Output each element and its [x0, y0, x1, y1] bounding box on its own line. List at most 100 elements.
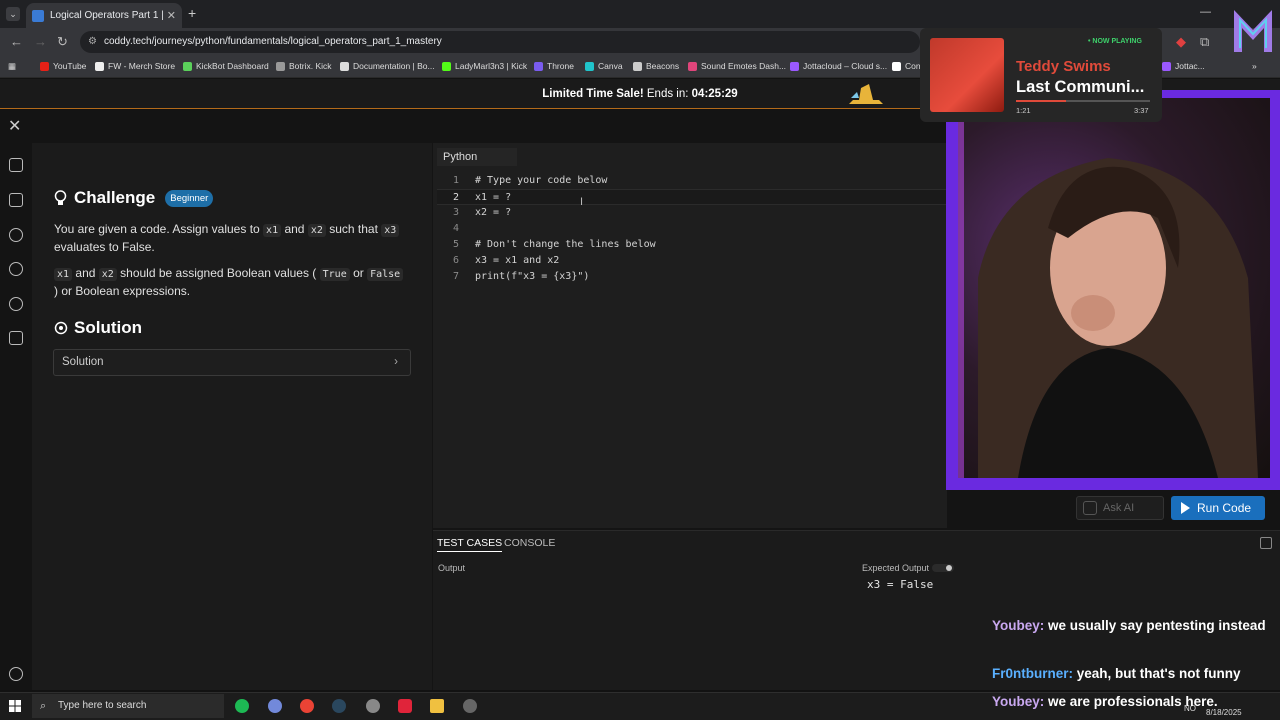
ai-icon	[1083, 501, 1097, 515]
solution-title: Solution	[74, 318, 142, 337]
expected-output-value: x3 = False	[867, 578, 934, 591]
bookmark-documentation[interactable]: Documentation | Bo...	[340, 61, 435, 71]
bookmark-label: Sound Emotes Dash...	[701, 61, 787, 71]
code-line[interactable]: 5 # Don't change the lines below	[437, 237, 947, 253]
obs-icon[interactable]	[366, 699, 380, 713]
code-line[interactable]: 6 x3 = x1 and x2	[437, 253, 947, 269]
lesson-icon[interactable]	[9, 158, 23, 172]
search-doc-icon[interactable]	[9, 193, 23, 207]
inline-code: True	[319, 268, 350, 281]
discord-icon[interactable]	[268, 699, 282, 713]
history-icon[interactable]	[9, 228, 23, 242]
extension-icon[interactable]: ◆	[1176, 34, 1186, 50]
diff-toggle[interactable]	[932, 564, 954, 572]
line-code: # Don't change the lines below	[475, 239, 656, 250]
bookmark-kickbot[interactable]: KickBot Dashboard	[183, 61, 269, 71]
help-icon[interactable]	[9, 297, 23, 311]
code-line[interactable]: 7 print(f"x3 = {x3}")	[437, 269, 947, 285]
more-bookmarks-icon[interactable]: »	[1252, 61, 1257, 71]
fw-icon	[95, 61, 104, 71]
chat-icon[interactable]	[9, 331, 23, 345]
taskbar-search[interactable]: ⌕ Type here to search	[32, 694, 224, 718]
code-line[interactable]: 4	[437, 221, 947, 237]
wizard-hat-icon	[849, 84, 883, 104]
close-tab-icon[interactable]: ✕	[167, 9, 176, 22]
settings-app-icon[interactable]	[463, 699, 477, 713]
inline-code: x2	[307, 224, 326, 237]
expand-panel-icon[interactable]	[1260, 537, 1272, 549]
code-line[interactable]: 1 # Type your code below	[437, 173, 947, 189]
text: ) or Boolean expressions.	[54, 284, 191, 298]
app-icon[interactable]	[398, 699, 412, 713]
bookmark-jottacloud[interactable]: Jottacloud – Cloud s...	[790, 61, 887, 71]
bookmark-label: Botrix. Kick	[289, 61, 332, 71]
bookmark-label: Canva	[598, 61, 623, 71]
run-code-button[interactable]: Run Code	[1171, 496, 1265, 520]
bookmark-throne[interactable]: Throne	[534, 61, 574, 71]
line-code: # Type your code below	[475, 175, 608, 186]
bookmark-youtube[interactable]: YouTube	[40, 61, 86, 71]
bookmark-merch-store[interactable]: FW - Merch Store	[95, 61, 175, 71]
forward-icon[interactable]: →	[34, 34, 47, 49]
tab-console[interactable]: CONSOLE	[504, 537, 555, 549]
chat-username: Youbey:	[992, 618, 1045, 633]
file-explorer-icon[interactable]	[430, 699, 444, 713]
bookmark-con[interactable]: Con	[892, 61, 921, 71]
windows-start-icon[interactable]	[9, 700, 21, 712]
webcam-feed	[958, 98, 1270, 478]
browser-tab[interactable]: Logical Operators Part 1 | Pytho ✕	[26, 3, 182, 28]
promo-ends-label: Ends in:	[646, 88, 689, 100]
difficulty-badge: Beginner	[165, 189, 214, 207]
text: should be assigned Boolean values (	[120, 266, 317, 280]
track-title: Last Communi...	[1016, 78, 1145, 96]
bookmark-jottac[interactable]: Jottac...	[1162, 61, 1205, 71]
info-icon[interactable]	[9, 667, 23, 681]
bookmark-botrix[interactable]: Botrix. Kick	[276, 61, 332, 71]
tab-title: Logical Operators Part 1 | Pytho	[50, 10, 167, 21]
steam-icon[interactable]	[332, 699, 346, 713]
spotify-icon[interactable]	[235, 699, 249, 713]
reload-icon[interactable]: ↻	[57, 34, 68, 50]
chat-username: Fr0ntburner:	[992, 666, 1073, 681]
code-line[interactable]: 3 x2 = ?	[437, 205, 947, 221]
botrix-icon	[276, 61, 285, 71]
bookmark-kick-channel[interactable]: LadyMarl3n3 | Kick	[442, 61, 527, 71]
text: evaluates to False.	[54, 240, 155, 254]
search-icon: ⌕	[40, 700, 47, 712]
bookmark-sound-emotes[interactable]: Sound Emotes Dash...	[688, 61, 786, 71]
line-code: print(f"x3 = {x3}")	[475, 271, 590, 282]
tab-search-button[interactable]: ⌄	[6, 7, 20, 21]
extensions-puzzle-icon[interactable]: ⧉	[1200, 34, 1209, 50]
site-info-icon[interactable]: ⚙	[88, 31, 97, 53]
close-lesson-icon[interactable]: ✕	[8, 116, 21, 136]
text: such that	[329, 222, 378, 236]
chat-text: we usually say pentesting instead	[1048, 618, 1266, 633]
minimize-icon[interactable]: —	[1200, 6, 1211, 18]
line-code: x1 = ?	[475, 192, 512, 203]
tab-test-cases[interactable]: TEST CASES	[437, 537, 503, 552]
throne-icon	[534, 61, 543, 71]
bookmark-label: Con	[905, 61, 921, 71]
code-line-active[interactable]: 2 x1 = ?	[437, 189, 947, 205]
inline-code: x3	[381, 224, 400, 237]
chrome-icon[interactable]	[300, 699, 314, 713]
line-number: 7	[452, 271, 459, 282]
solution-button[interactable]: Solution ›	[53, 349, 411, 376]
bookmark-label: Jottacloud – Cloud s...	[803, 61, 888, 71]
new-tab-button[interactable]: +	[188, 5, 196, 21]
bookmark-beacons[interactable]: Beacons	[633, 61, 679, 71]
zoom-icon[interactable]	[9, 262, 23, 276]
tab-strip: ⌄ Logical Operators Part 1 | Pytho ✕ + —	[0, 0, 1280, 28]
inline-code: x1	[263, 224, 282, 237]
channel-logo-icon	[1234, 10, 1272, 52]
apps-icon[interactable]: ▦	[8, 61, 16, 72]
language-tab[interactable]: Python	[437, 148, 517, 166]
challenge-description: You are given a code. Assign values to x…	[54, 221, 404, 255]
kick-icon	[442, 61, 451, 71]
bookmark-canva[interactable]: Canva	[585, 61, 623, 71]
line-code: x2 = ?	[475, 207, 512, 218]
back-icon[interactable]: ←	[10, 34, 23, 49]
play-icon	[1181, 502, 1190, 514]
address-bar[interactable]: ⚙ coddy.tech/journeys/python/fundamental…	[80, 31, 920, 53]
ask-ai-button[interactable]: Ask AI	[1076, 496, 1164, 520]
